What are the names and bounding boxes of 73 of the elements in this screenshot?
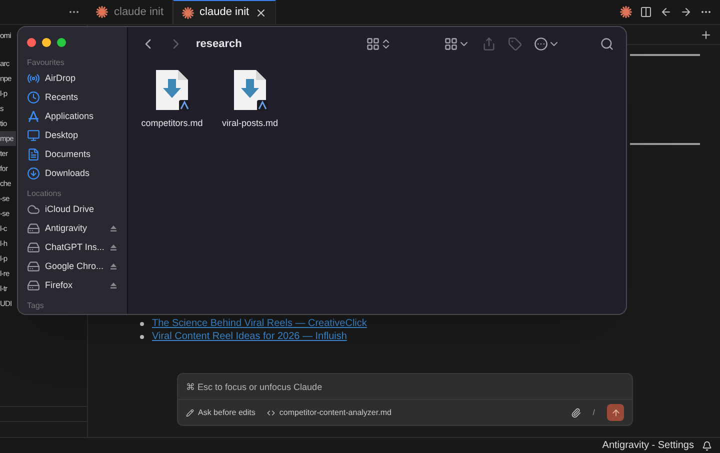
view-mode-button[interactable] <box>366 37 392 51</box>
edit-mode-button[interactable]: Ask before edits <box>186 406 256 418</box>
ellipsis-circle-icon <box>534 37 548 51</box>
eject-icon[interactable] <box>110 244 117 251</box>
drive-icon <box>27 241 40 254</box>
finder-sidebar-item[interactable]: Antigravity <box>27 219 127 238</box>
minimize-window-icon[interactable] <box>42 38 51 47</box>
split-editor-icon[interactable] <box>640 6 652 18</box>
airdrop-icon <box>27 72 40 85</box>
drive-icon <box>27 260 40 273</box>
slash-command-button[interactable]: / <box>592 406 595 418</box>
code-icon <box>267 408 276 416</box>
finder-sidebar-item[interactable]: AirDrop <box>27 69 127 88</box>
sidebar-section-heading: Tags <box>27 300 45 312</box>
finder-sidebar-item[interactable]: Documents <box>27 145 127 164</box>
chat-input-field[interactable]: ⌘ Esc to focus or unfocus Claude <box>178 374 632 400</box>
file-item[interactable]: competitors.md <box>138 69 206 130</box>
folder-title: research <box>196 36 242 52</box>
eject-icon[interactable] <box>110 263 117 270</box>
horizontal-rule <box>630 143 700 145</box>
editor-tab[interactable]: claude init <box>172 0 276 24</box>
bullet-icon <box>140 322 144 326</box>
back-arrow-icon[interactable] <box>660 6 672 18</box>
sidebar-section-heading: Locations <box>27 188 62 200</box>
applications-icon <box>27 110 40 123</box>
starburst-icon <box>182 6 194 18</box>
forward-arrow-icon[interactable] <box>680 6 692 18</box>
bullet-icon <box>140 335 144 339</box>
send-button[interactable] <box>607 404 624 421</box>
close-window-icon[interactable] <box>27 38 36 47</box>
document-icon <box>27 148 40 161</box>
cloud-icon <box>27 203 40 216</box>
horizontal-rule <box>630 54 700 56</box>
eject-icon[interactable] <box>110 282 117 289</box>
finder-sidebar-item[interactable]: iCloud Drive <box>27 200 127 219</box>
finder-sidebar-item[interactable]: Firefox <box>27 276 127 295</box>
markdown-file-icon <box>232 69 268 111</box>
starburst-icon <box>620 6 632 18</box>
finder-sidebar-item[interactable]: ChatGPT Ins... <box>27 238 127 257</box>
drive-icon <box>27 279 40 292</box>
reference-link[interactable]: Viral Content Reel Ideas for 2026 — Influish <box>152 331 347 343</box>
grid-icon <box>366 37 380 51</box>
actions-button[interactable] <box>534 37 560 51</box>
pencil-icon <box>186 408 194 416</box>
finder-sidebar-item[interactable]: Recents <box>27 88 127 107</box>
desktop-icon <box>27 129 40 142</box>
finder-sidebar-item[interactable]: Desktop <box>27 126 127 145</box>
search-icon[interactable] <box>600 37 614 51</box>
group-button[interactable] <box>444 37 470 51</box>
download-icon <box>27 167 40 180</box>
finder-sidebar-item[interactable]: Applications <box>27 107 127 126</box>
drive-icon <box>27 222 40 235</box>
starburst-icon <box>96 6 108 18</box>
close-icon[interactable] <box>255 6 268 18</box>
file-item[interactable]: viral-posts.md <box>216 69 284 130</box>
sidebar-section-heading: Favourites <box>27 57 66 69</box>
eject-icon[interactable] <box>110 225 117 232</box>
group-grid-icon <box>444 37 458 51</box>
bell-icon[interactable] <box>702 440 712 450</box>
chat-composer[interactable]: ⌘ Esc to focus or unfocus Claude Ask before edits competitor-content-analyzer.md / <box>177 373 633 426</box>
add-icon[interactable] <box>700 28 712 40</box>
editor-tab[interactable]: claude init <box>88 0 173 24</box>
clock-icon <box>27 91 40 104</box>
finder-sidebar-item[interactable]: Google Chro... <box>27 257 127 276</box>
arrow-up-icon <box>610 408 620 418</box>
file-context-button[interactable]: competitor-content-analyzer.md <box>267 406 392 418</box>
finder-sidebar-item[interactable]: Downloads <box>27 164 127 183</box>
attach-icon[interactable] <box>570 408 581 418</box>
reference-link[interactable]: The Science Behind Viral Reels — CreativeClick <box>152 318 367 330</box>
markdown-file-icon <box>154 69 190 111</box>
status-bar-item[interactable]: Antigravity - Settings <box>602 438 694 453</box>
chevrons-icon <box>380 38 392 50</box>
zoom-window-icon[interactable] <box>57 38 66 47</box>
